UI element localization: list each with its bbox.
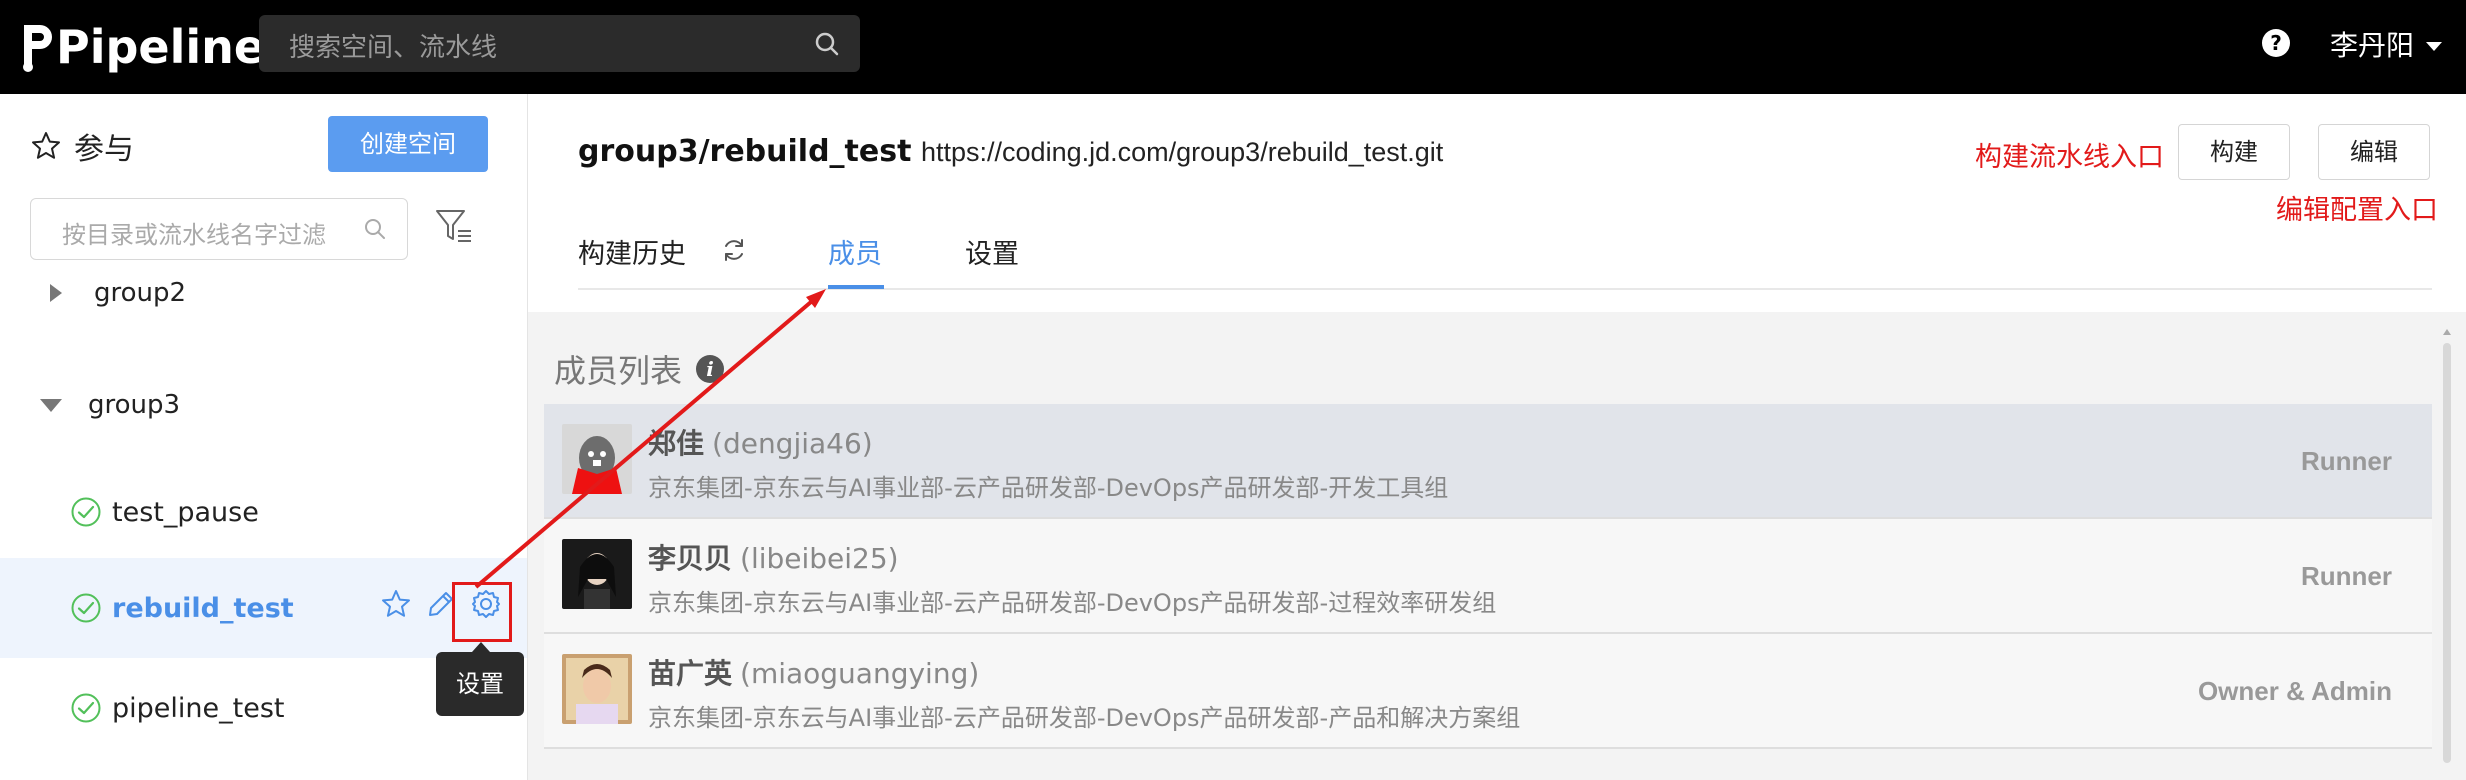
avatar — [562, 424, 632, 494]
build-button[interactable]: 构建 — [2178, 124, 2290, 180]
settings-tooltip: 设置 — [436, 642, 524, 716]
tab-members[interactable]: 成员 — [828, 232, 882, 271]
member-account: (dengjia46) — [712, 427, 873, 460]
member-display-name: 郑佳 — [648, 427, 705, 460]
members-title-label: 成员列表 — [554, 352, 683, 390]
member-department: 京东集团-京东云与AI事业部-云产品研发部-DevOps产品研发部-产品和解决方… — [648, 704, 1521, 732]
member-role: Runner — [2301, 446, 2392, 476]
member-name: 郑佳 (dengjia46) — [648, 422, 873, 462]
member-display-name: 李贝贝 — [648, 542, 733, 575]
refresh-icon[interactable] — [720, 236, 748, 264]
help-icon[interactable]: ? — [2262, 29, 2290, 57]
sidebar-header: 参与 — [30, 124, 134, 168]
tab-build-history[interactable]: 构建历史 — [578, 232, 686, 271]
tree-group-group3[interactable]: group3 — [40, 390, 180, 420]
member-name: 苗广英 (miaoguangying) — [648, 652, 979, 692]
filter-icon[interactable] — [434, 206, 474, 246]
chevron-down-icon — [40, 398, 62, 412]
avatar — [562, 654, 632, 724]
chevron-right-icon — [50, 284, 62, 302]
member-department: 京东集团-京东云与AI事业部-云产品研发部-DevOps产品研发部-过程效率研发… — [648, 589, 1497, 617]
member-display-name: 苗广英 — [648, 657, 733, 690]
star-icon[interactable] — [380, 588, 412, 620]
scrollbar[interactable] — [2440, 325, 2454, 770]
sidebar-header-label: 参与 — [74, 132, 134, 167]
pipeline-label: pipeline_test — [112, 692, 285, 724]
group-label: group3 — [88, 390, 181, 420]
pipeline-item-test-pause[interactable]: test_pause — [0, 462, 527, 562]
top-bar: Pipeline 搜索空间、流水线 ? 李丹阳 — [0, 0, 2466, 94]
member-row[interactable]: 郑佳 (dengjia46) 京东集团-京东云与AI事业部-云产品研发部-DevO… — [544, 404, 2432, 519]
filter-placeholder: 按目录或流水线名字过滤 — [62, 221, 326, 249]
build-annotation: 构建流水线入口 — [1975, 142, 2164, 173]
success-check-icon — [71, 497, 101, 527]
group-label: group2 — [94, 278, 187, 308]
star-icon — [32, 132, 60, 159]
member-department: 京东集团-京东云与AI事业部-云产品研发部-DevOps产品研发部-开发工具组 — [648, 474, 1449, 502]
member-row[interactable]: 苗广英 (miaoguangying) 京东集团-京东云与AI事业部-云产品研发部… — [544, 634, 2432, 749]
member-list: 郑佳 (dengjia46) 京东集团-京东云与AI事业部-云产品研发部-DevO… — [544, 404, 2432, 749]
info-icon[interactable]: i — [696, 355, 725, 383]
member-account: (miaoguangying) — [740, 657, 980, 690]
pipeline-label: test_pause — [112, 496, 259, 528]
tree-group-group2[interactable]: group2 — [40, 278, 186, 308]
pipeline-logo-icon — [23, 25, 52, 72]
pipeline-item-rebuild-test[interactable]: rebuild_test — [0, 558, 527, 658]
user-menu[interactable]: 李丹阳 — [2330, 24, 2443, 64]
edit-annotation: 编辑配置入口 — [2276, 195, 2438, 226]
avatar — [562, 539, 632, 609]
success-check-icon — [71, 593, 101, 623]
search-icon[interactable] — [814, 31, 840, 57]
tab-bar: 构建历史 成员 设置 — [578, 230, 2432, 290]
active-tab-indicator — [828, 285, 884, 289]
members-panel: 成员列表 i 郑佳 (dengjia46) 京东集团-京东云与AI事业部-云产品研… — [528, 312, 2466, 780]
tab-settings[interactable]: 设置 — [965, 232, 1019, 271]
create-space-button[interactable]: 创建空间 — [328, 116, 488, 172]
user-name: 李丹阳 — [2330, 29, 2415, 62]
page-title: group3/rebuild_test — [578, 134, 912, 169]
logo-text: Pipeline — [56, 20, 266, 74]
member-account: (libeibei25) — [740, 542, 899, 575]
pipeline-logo[interactable]: Pipeline — [18, 14, 265, 80]
settings-highlight-box — [452, 582, 512, 642]
member-role: Owner & Admin — [2197, 676, 2392, 706]
chevron-down-icon — [2426, 41, 2443, 51]
pipeline-label: rebuild_test — [112, 592, 294, 624]
repo-url[interactable]: https://coding.jd.com/group3/rebuild_tes… — [921, 137, 1443, 168]
member-name: 李贝贝 (libeibei25) — [648, 537, 899, 577]
member-role: Runner — [2301, 561, 2392, 591]
global-search-input[interactable]: 搜索空间、流水线 — [259, 15, 860, 72]
members-title: 成员列表 i — [554, 346, 725, 392]
success-check-icon — [71, 693, 101, 723]
edit-button[interactable]: 编辑 — [2318, 124, 2430, 180]
search-icon — [365, 219, 385, 239]
member-row[interactable]: 李贝贝 (libeibei25) 京东集团-京东云与AI事业部-云产品研发部-De… — [544, 519, 2432, 634]
search-placeholder: 搜索空间、流水线 — [289, 33, 498, 63]
filter-input[interactable]: 按目录或流水线名字过滤 — [30, 198, 408, 260]
